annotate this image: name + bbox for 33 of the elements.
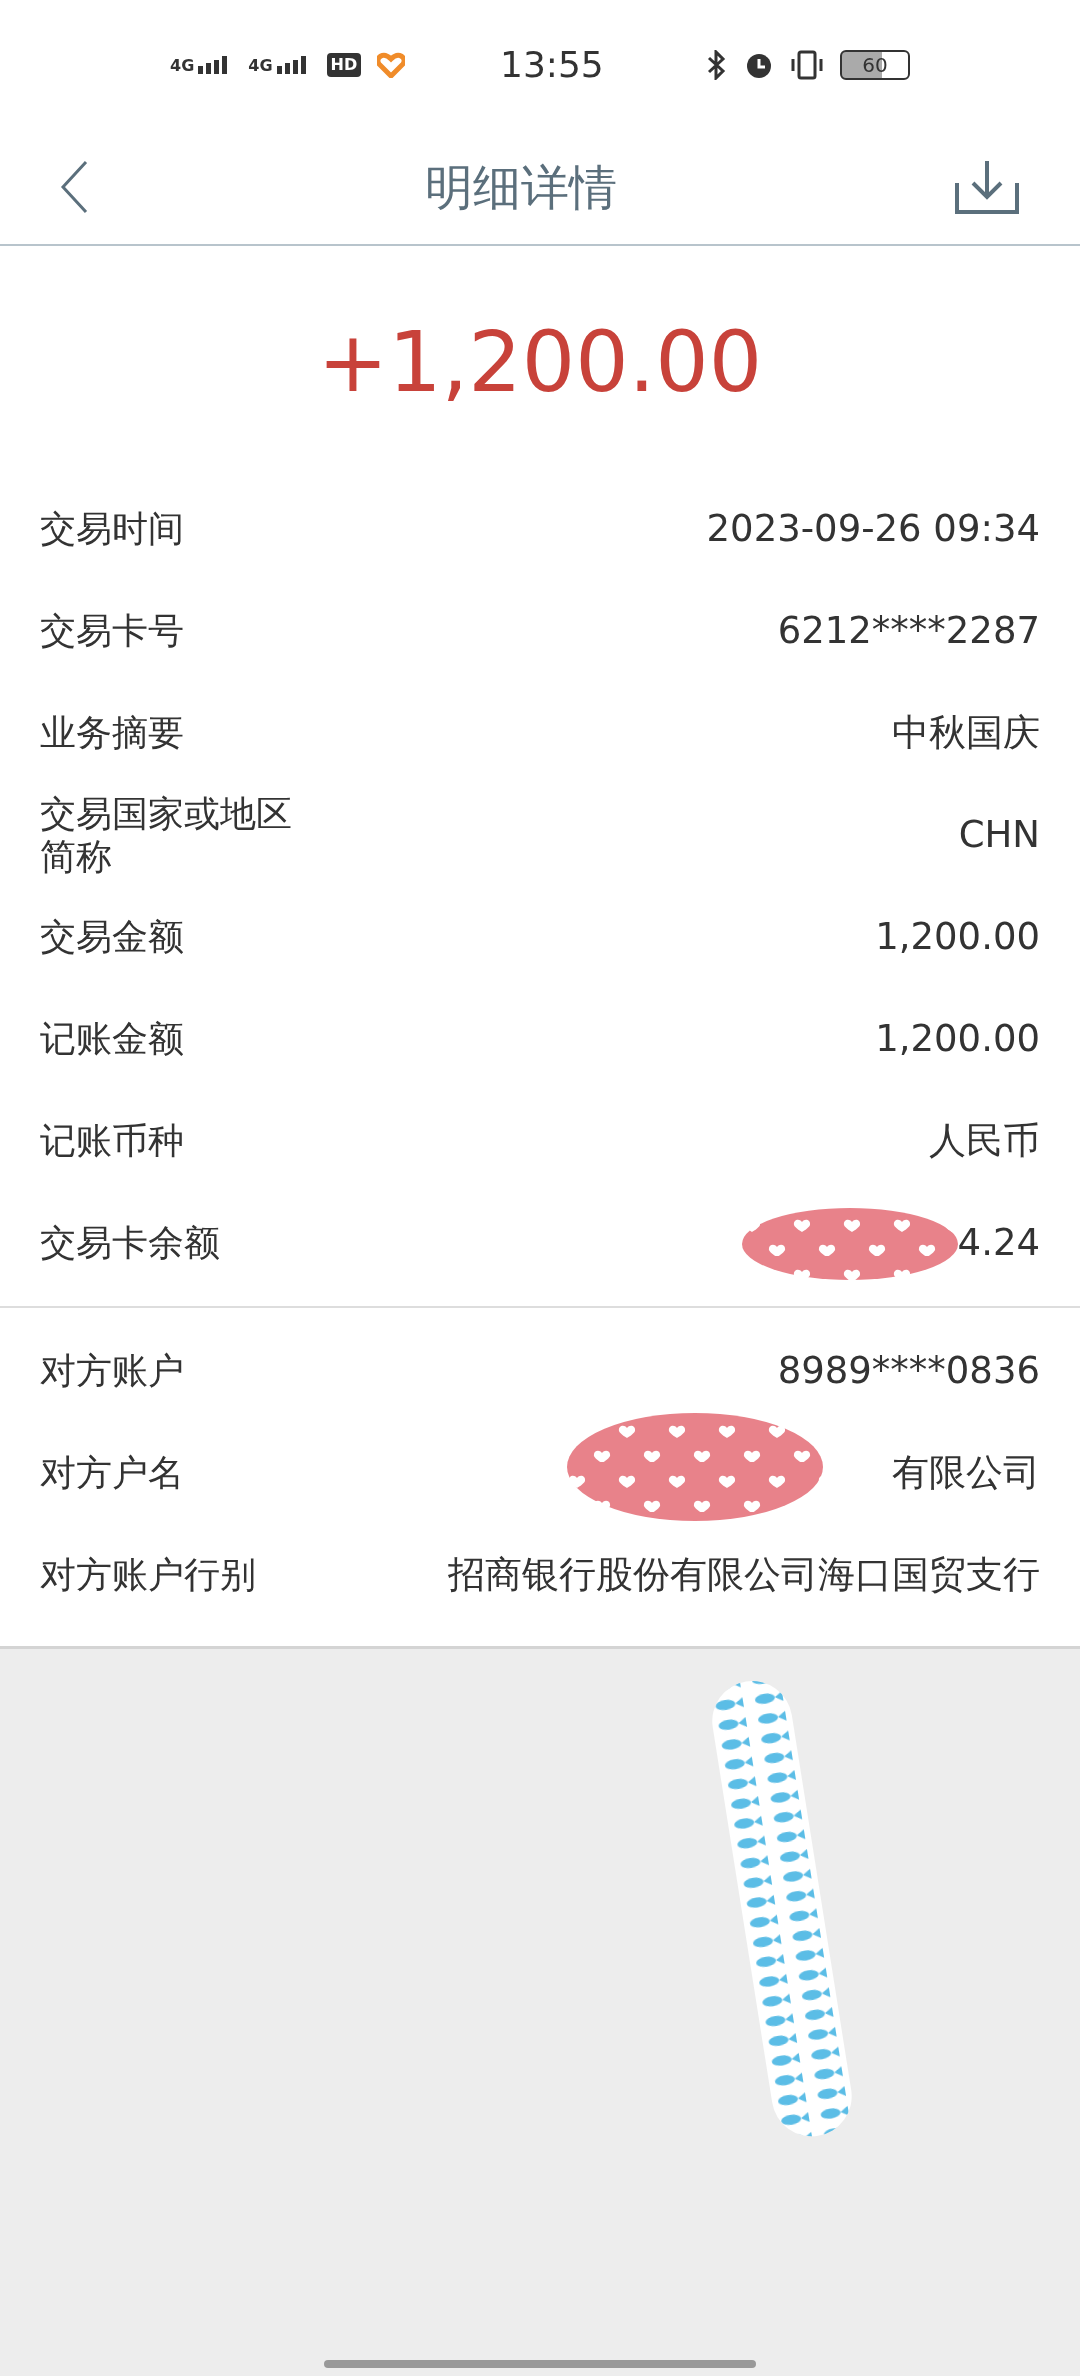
field-value: CHN	[958, 812, 1040, 858]
field-label: 业务摘要	[40, 711, 185, 755]
network-label: 4G	[170, 58, 195, 74]
bluetooth-icon	[706, 50, 728, 80]
download-icon[interactable]	[954, 159, 1020, 215]
field-value: 中秋国庆	[892, 710, 1040, 756]
field-value: 人民币	[929, 1118, 1040, 1164]
hd-badge: HD	[326, 53, 362, 77]
field-value: 4.24	[957, 1220, 1040, 1266]
page-title: 明细详情	[425, 158, 617, 217]
heart-icon	[377, 52, 406, 78]
field-label: 交易卡号	[40, 609, 185, 653]
field-value: 有限公司	[892, 1450, 1040, 1496]
field-label: 交易时间	[40, 507, 185, 551]
field-label: 对方户名	[40, 1451, 185, 1495]
network-label: 4G	[248, 58, 273, 74]
vibrate-icon	[790, 50, 824, 80]
field-value: 1,200.00	[875, 1016, 1040, 1062]
amount-text: +1,200.00	[317, 312, 763, 413]
field-label: 交易国家或地区简称	[40, 791, 293, 879]
field-value: 招商银行股份有限公司海口国贸支行	[448, 1552, 1040, 1598]
field-label: 对方账户行别	[40, 1553, 257, 1597]
field-value: 2023-09-26 09:34	[706, 506, 1040, 552]
field-label: 记账金额	[40, 1017, 185, 1061]
field-label: 交易卡余额	[40, 1221, 221, 1265]
back-icon[interactable]	[60, 160, 88, 214]
field-label: 交易金额	[40, 915, 185, 959]
field-value: 1,200.00	[875, 914, 1040, 960]
field-value: 8989****0836	[777, 1348, 1040, 1394]
status-time: 13:55	[500, 43, 604, 87]
field-label: 记账币种	[40, 1119, 185, 1163]
field-value: 6212****2287	[777, 608, 1040, 654]
field-label: 对方账户	[40, 1349, 185, 1393]
